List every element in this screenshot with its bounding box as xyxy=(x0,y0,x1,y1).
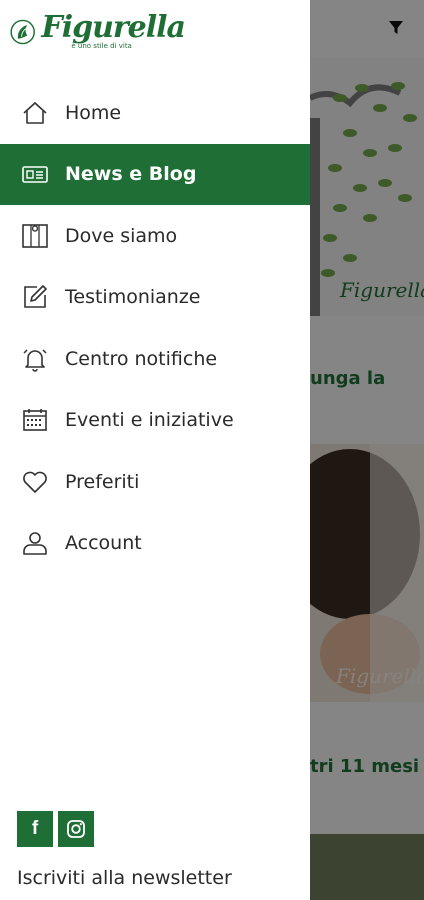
navigation-drawer: Figurella è uno stile di vita Home News … xyxy=(0,0,310,900)
menu-item-dove-siamo[interactable]: Dove siamo xyxy=(0,205,310,267)
menu-item-label: Home xyxy=(65,101,122,124)
menu-item-label: Testimonianze xyxy=(65,286,201,309)
brand-tagline: è uno stile di vita xyxy=(71,42,132,50)
home-icon xyxy=(20,98,50,128)
menu-item-preferiti[interactable]: Preferiti xyxy=(0,451,310,513)
menu-item-centro-notifiche[interactable]: Centro notifiche xyxy=(0,328,310,390)
menu-item-home[interactable]: Home xyxy=(0,82,310,144)
menu-item-label: Account xyxy=(65,532,142,555)
instagram-button[interactable] xyxy=(58,811,94,847)
menu-item-eventi-iniziative[interactable]: Eventi e iniziative xyxy=(0,390,310,452)
brand-mark-icon xyxy=(10,19,35,45)
brand-name: Figurella xyxy=(41,10,186,45)
social-links: f xyxy=(17,811,94,847)
calendar-icon xyxy=(20,405,50,435)
edit-icon xyxy=(20,282,50,312)
menu-item-account[interactable]: Account xyxy=(0,513,310,575)
menu-item-label: Dove siamo xyxy=(65,224,178,247)
drawer-scrim[interactable] xyxy=(310,0,424,900)
bell-icon xyxy=(20,344,50,374)
menu-item-label: Eventi e iniziative xyxy=(65,409,234,432)
map-icon xyxy=(20,221,50,251)
menu-item-label: Centro notifiche xyxy=(65,347,218,370)
facebook-button[interactable]: f xyxy=(17,811,53,847)
user-icon xyxy=(20,528,50,558)
brand-logo: Figurella è uno stile di vita xyxy=(10,10,186,64)
newsletter-link[interactable]: Iscriviti alla newsletter xyxy=(17,867,232,889)
heart-icon xyxy=(20,467,50,497)
instagram-icon xyxy=(67,820,85,838)
drawer-menu: Home News e Blog Dove siamo Testimonianz… xyxy=(0,82,310,574)
newspaper-icon xyxy=(20,159,50,189)
menu-item-label: News e Blog xyxy=(65,163,197,186)
menu-item-label: Preferiti xyxy=(65,470,140,493)
facebook-icon: f xyxy=(31,818,39,839)
menu-item-testimonianze[interactable]: Testimonianze xyxy=(0,267,310,329)
menu-item-news-blog[interactable]: News e Blog xyxy=(0,143,310,205)
